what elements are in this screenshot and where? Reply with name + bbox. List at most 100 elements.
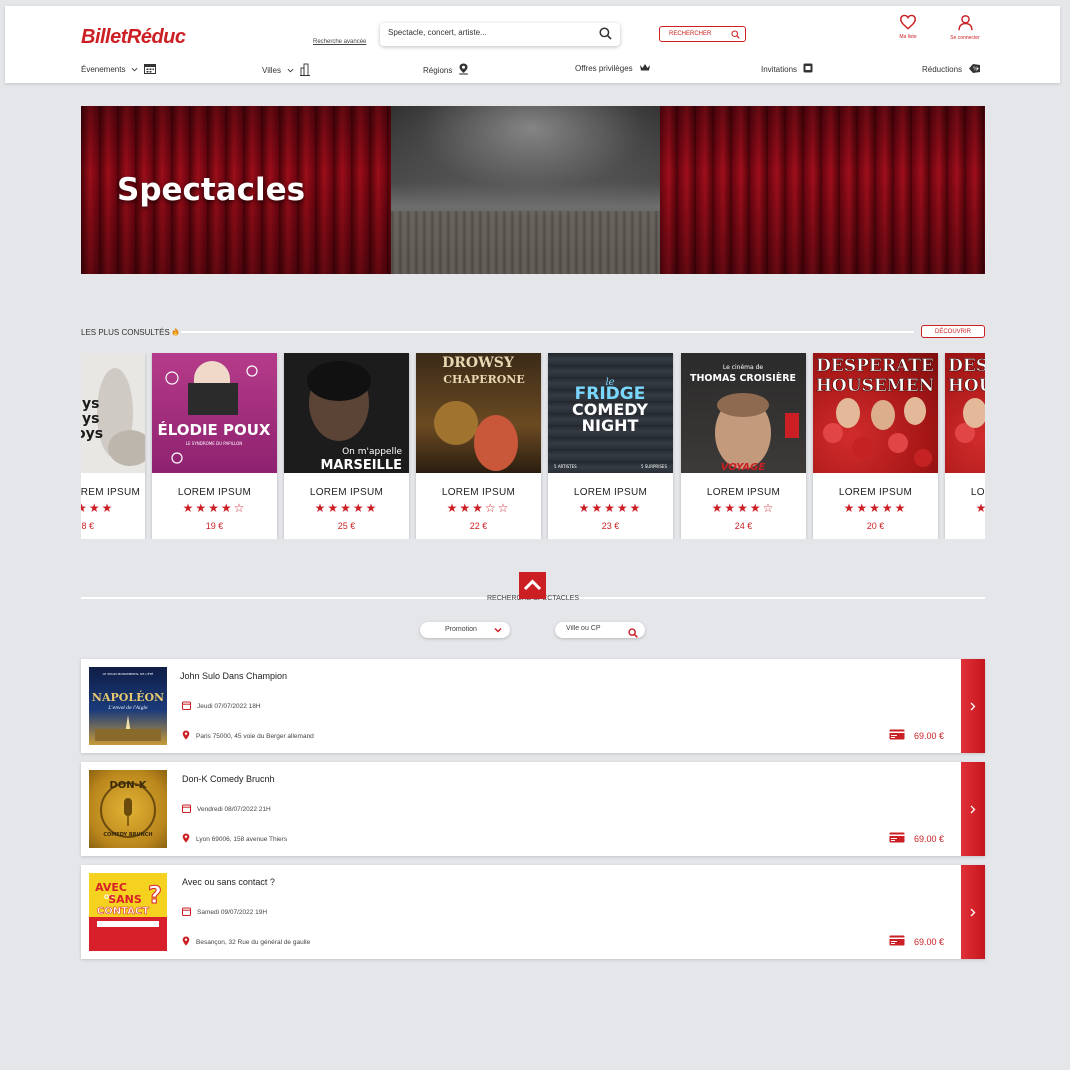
- logo[interactable]: BilletRéduc: [81, 26, 186, 49]
- open-show-button[interactable]: [961, 865, 985, 959]
- nav-item-regions[interactable]: Régions: [423, 63, 469, 77]
- show-date: Samedi 09/07/2022 19H: [182, 907, 267, 918]
- result-item[interactable]: AVEC OU SANS CONTACT ? Avec ou sans cont…: [81, 865, 985, 959]
- star-filled-icon: ★: [881, 501, 895, 515]
- chevron-down-icon: [287, 66, 294, 75]
- result-item[interactable]: LE SHOW MONUMENTAL DE L'ÉTÉ NAPOLÉON L'e…: [81, 659, 985, 753]
- hero-banner: Spectacles: [81, 106, 985, 274]
- city-input[interactable]: [566, 625, 621, 632]
- nav-item-label: Villes: [262, 66, 281, 75]
- show-title: LOREM IPSUM: [706, 487, 781, 498]
- star-rating: ★★★★★: [81, 501, 145, 515]
- show-poster: DESPERATE HOUSEMEN: [813, 353, 938, 473]
- show-title: LOREM IPSUM: [81, 487, 141, 498]
- nav-item-discounts[interactable]: Réductions %: [922, 63, 981, 76]
- poster-text: ys: [82, 411, 99, 427]
- star-filled-icon: ★: [629, 501, 643, 515]
- search-box: [380, 23, 620, 46]
- chevron-down-icon: [494, 625, 502, 641]
- poster-text: THOMAS CROISIÈRE: [690, 372, 796, 384]
- search-button[interactable]: RECHERCHER: [659, 26, 746, 42]
- show-price: 69.00 €: [889, 729, 944, 742]
- show-price: 25 €: [337, 521, 356, 531]
- filter-value: Promotion: [445, 626, 477, 633]
- show-title[interactable]: Avec ou sans contact ?: [182, 877, 275, 887]
- show-title[interactable]: John Sulo Dans Champion: [180, 671, 287, 681]
- open-show-button[interactable]: [961, 762, 985, 856]
- show-price-text: 69.00 €: [914, 730, 945, 741]
- most-viewed-carousel[interactable]: ys ys oys LOREM IPSUM ★★★★★ 18 € ÉLODIE …: [81, 353, 985, 539]
- star-rating: ★★★★★: [813, 501, 938, 515]
- star-filled-icon: ★: [314, 501, 328, 515]
- map-pin-icon: [458, 63, 469, 77]
- show-card[interactable]: ys ys oys LOREM IPSUM ★★★★★ 18 €: [81, 353, 145, 539]
- show-title: LOREM IPSUM: [970, 487, 985, 498]
- star-empty-icon: ☆: [233, 501, 247, 515]
- show-price: 69.00 €: [889, 832, 944, 845]
- star-filled-icon: ★: [578, 501, 592, 515]
- price-card-icon: [889, 729, 905, 742]
- show-poster: DESPERATE HOUSEMEN: [945, 353, 985, 473]
- login-button[interactable]: Se connecter: [945, 14, 985, 41]
- site-header: BilletRéduc Recherche avancée RECHERCHER…: [5, 6, 1060, 83]
- show-card[interactable]: ÉLODIE POUX LE SYNDROME DU PAPILLON LORE…: [152, 353, 277, 539]
- star-filled-icon: ★: [446, 501, 460, 515]
- divider: [181, 331, 914, 333]
- poster-text: NAPOLÉON: [92, 690, 164, 704]
- show-title: LOREM IPSUM: [309, 487, 384, 498]
- star-filled-icon: ★: [208, 501, 221, 515]
- open-show-button[interactable]: [961, 659, 985, 753]
- star-rating: ★★★☆☆: [416, 501, 541, 515]
- discover-button[interactable]: DÉCOUVRIR: [921, 325, 985, 338]
- show-card[interactable]: DROWSY CHAPERONE LOREM IPSUM ★★★☆☆ 22 €: [416, 353, 541, 539]
- page-title: Spectacles: [117, 172, 306, 208]
- poster-text: CHAPERONE: [443, 373, 525, 386]
- nav-item-privileges[interactable]: Offres privilèges: [575, 63, 651, 74]
- show-location: Besançon, 32 Rue du général de gaulle: [182, 936, 310, 948]
- most-viewed-header: LES PLUS CONSULTÉS DÉCOUVRIR: [81, 325, 985, 339]
- search-icon[interactable]: [599, 27, 612, 45]
- promotion-filter-select[interactable]: Promotion: [420, 622, 510, 638]
- star-filled-icon: ★: [459, 501, 473, 515]
- city-filter: [555, 622, 645, 638]
- show-title: LOREM IPSUM: [441, 487, 516, 498]
- nav-item-cities[interactable]: Villes: [262, 63, 310, 78]
- nav-item-label: Offres privilèges: [575, 64, 633, 73]
- show-poster: ys ys oys: [81, 353, 145, 473]
- show-card[interactable]: On m'appelle MARSEILLE LOREM IPSUM ★★★★★…: [284, 353, 409, 539]
- scroll-up-button[interactable]: [519, 572, 546, 599]
- show-card[interactable]: DESPERATE HOUSEMEN LOREM IPSUM ★★★★★: [945, 353, 985, 539]
- star-filled-icon: ★: [711, 501, 725, 515]
- poster-text: ÉLODIE POUX: [157, 420, 270, 439]
- map-pin-icon: [182, 730, 190, 742]
- star-empty-icon: ☆: [762, 501, 776, 515]
- star-filled-icon: ★: [88, 501, 102, 515]
- nav-item-events[interactable]: Évenements: [81, 63, 157, 76]
- poster-text: 5 SURPRISES: [641, 464, 668, 469]
- main-nav: Évenements Villes Régions Offres privilè…: [5, 63, 1060, 79]
- show-card[interactable]: DESPERATE HOUSEMEN LOREM IPSUM ★★★★★ 20 …: [813, 353, 938, 539]
- search-input[interactable]: [388, 28, 588, 37]
- show-card[interactable]: Le cinéma de THOMAS CROISIÈRE VOYAGE LOR…: [681, 353, 806, 539]
- show-price: 22 €: [469, 521, 488, 531]
- my-list-button[interactable]: Ma liste: [888, 14, 928, 40]
- star-rating: ★★★★★: [548, 501, 673, 515]
- show-poster: DROWSY CHAPERONE: [416, 353, 541, 473]
- show-thumbnail: DON-K COMEDY BRUNCH: [89, 770, 167, 848]
- search-icon[interactable]: [628, 625, 638, 643]
- nav-item-invitations[interactable]: Invitations: [761, 63, 813, 75]
- show-price: 18 €: [81, 521, 94, 531]
- search-button-label: RECHERCHER: [669, 31, 712, 37]
- show-card[interactable]: le FRIDGE COMEDY NIGHT 5 ARTISTES 5 SURP…: [548, 353, 673, 539]
- star-filled-icon: ★: [591, 501, 605, 515]
- advanced-search-link[interactable]: Recherche avancée: [313, 39, 366, 45]
- calendar-icon: [144, 63, 157, 76]
- poster-text: COMEDY BRUNCH: [103, 832, 152, 838]
- result-item[interactable]: DON-K COMEDY BRUNCH Don-K Comedy Brucnh …: [81, 762, 985, 856]
- star-filled-icon: ★: [101, 501, 115, 515]
- star-rating: ★★★★★: [945, 501, 985, 515]
- show-location-text: Lyon 69006, 158 avenue Thiers: [196, 835, 288, 843]
- star-filled-icon: ★: [182, 501, 196, 515]
- svg-text:%: %: [973, 66, 978, 72]
- show-title[interactable]: Don-K Comedy Brucnh: [182, 774, 275, 784]
